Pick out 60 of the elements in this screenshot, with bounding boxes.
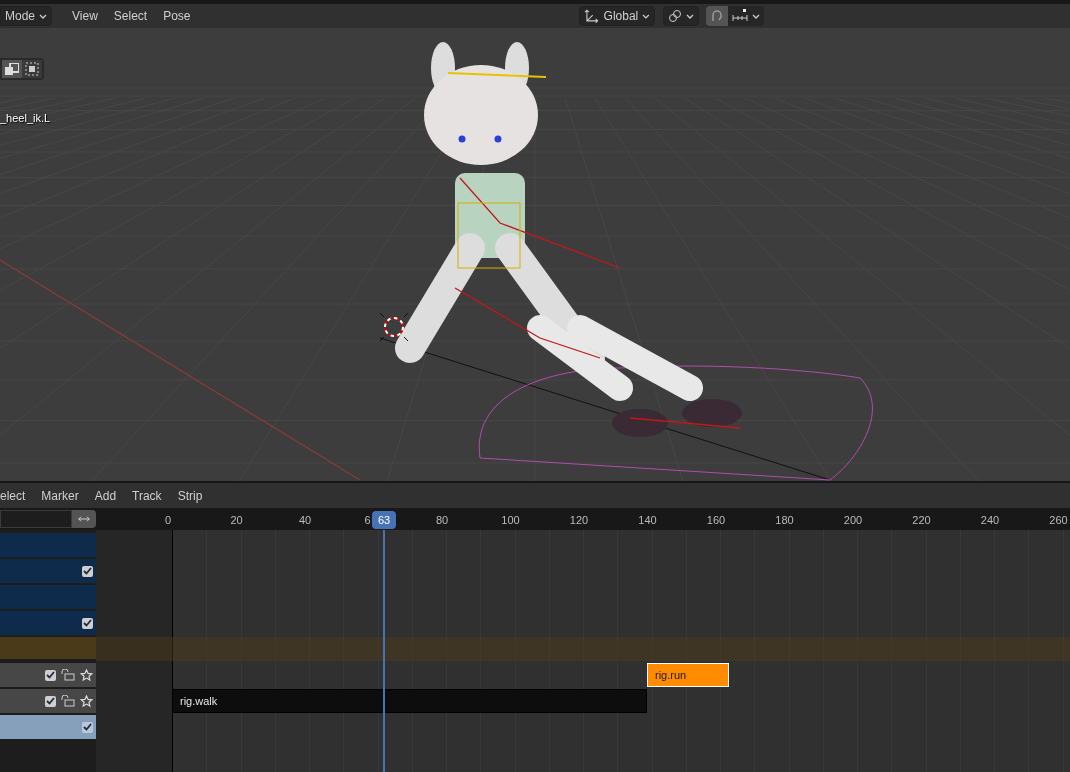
menu-item[interactable]: Select: [105, 7, 156, 25]
star-icon[interactable]: [80, 694, 93, 708]
frame-number: 40: [298, 513, 312, 528]
frame-number: 260: [1049, 513, 1068, 528]
star-icon[interactable]: [80, 668, 93, 682]
menu-item[interactable]: Add: [86, 486, 125, 505]
frame-number: 240: [980, 513, 1000, 528]
object-row[interactable]: [0, 559, 96, 583]
checkbox[interactable]: [82, 721, 93, 733]
frame-number: 160: [706, 513, 726, 528]
bone-name-label: _heel_ik.L: [0, 111, 51, 126]
menu-item[interactable]: View: [64, 7, 106, 25]
menu-item[interactable]: elect: [0, 486, 34, 505]
caret-icon: [752, 13, 760, 19]
link-icon: [668, 9, 682, 23]
menu-item[interactable]: Strip: [169, 486, 211, 505]
search-field[interactable]: [0, 510, 72, 528]
frame-number: 220: [912, 513, 931, 528]
lock-icon[interactable]: [61, 669, 75, 681]
orientation-dropdown[interactable]: Global: [579, 6, 655, 26]
active-track-row[interactable]: [0, 715, 96, 739]
nla-strip[interactable]: rig.walk: [172, 689, 647, 713]
track-row[interactable]: [0, 689, 96, 713]
double-arrow-icon: [78, 514, 90, 524]
squares-icon: [5, 63, 19, 75]
frame-number: 0: [164, 513, 172, 528]
dashed-square-icon: [25, 62, 39, 76]
select-mode-button[interactable]: [22, 60, 42, 78]
track-row[interactable]: [0, 663, 96, 687]
frame-number: 20: [230, 513, 243, 528]
menu-item[interactable]: Pose: [155, 7, 199, 25]
increment-icon: [732, 9, 748, 23]
axes-icon: [584, 9, 600, 23]
frame-number: 80: [435, 513, 449, 528]
lock-icon[interactable]: [61, 695, 75, 707]
pivot-dropdown[interactable]: [663, 6, 699, 26]
checkbox[interactable]: [82, 565, 93, 577]
mode-dropdown[interactable]: Mode: [0, 6, 53, 26]
checkbox[interactable]: [45, 669, 56, 681]
caret-icon: [642, 13, 650, 19]
snap-toggle[interactable]: [706, 6, 728, 26]
caret-icon: [686, 13, 694, 19]
object-row[interactable]: [0, 611, 96, 635]
current-frame-indicator[interactable]: 63: [372, 511, 396, 529]
frame-number: 120: [569, 513, 589, 528]
swap-button[interactable]: [72, 510, 96, 528]
frame-number: 140: [638, 513, 657, 528]
frame-number: 6: [364, 513, 371, 528]
nla-strip[interactable]: rig.run: [647, 663, 729, 687]
checkbox[interactable]: [82, 617, 93, 629]
frame-number: 200: [843, 513, 863, 528]
frame-number: 180: [775, 513, 794, 528]
menu-item[interactable]: Marker: [33, 486, 87, 505]
checkbox[interactable]: [45, 695, 56, 707]
caret-icon: [39, 13, 48, 19]
frame-number: 100: [501, 513, 520, 528]
3d-cursor-icon: [379, 312, 409, 342]
select-mode-button[interactable]: [2, 60, 22, 78]
menu-item[interactable]: Track: [124, 486, 170, 505]
magnet-icon: [710, 9, 724, 23]
